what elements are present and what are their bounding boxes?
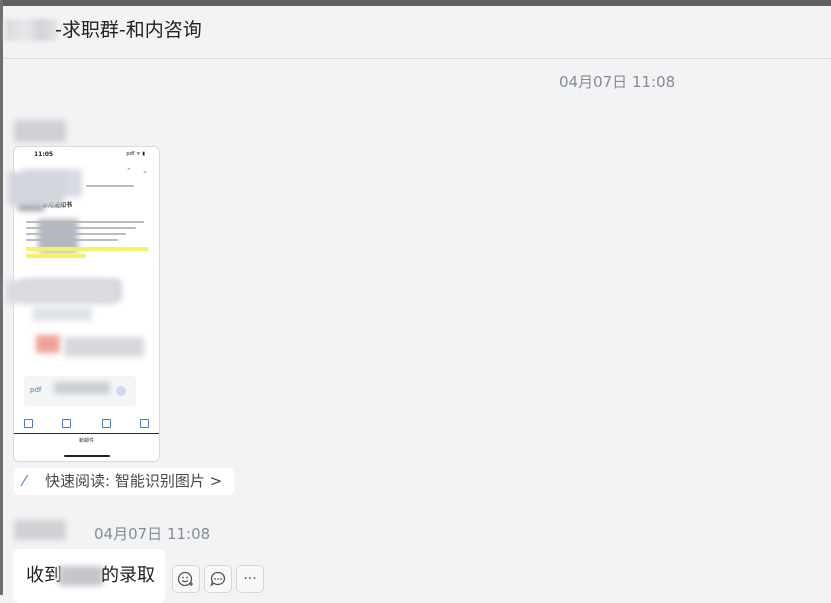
blurred-content	[64, 337, 144, 357]
add-reaction-icon	[177, 571, 193, 587]
download-icon	[116, 386, 126, 396]
chevron-down-icon: ⌄	[142, 167, 148, 175]
blurred-title-prefix	[5, 19, 57, 41]
add-reaction-button[interactable]	[172, 565, 200, 593]
sender-name-blurred	[14, 520, 66, 540]
chat-title: -求职群-和内咨询	[55, 19, 202, 41]
chevron-up-icon: ⌃	[126, 167, 132, 175]
blurred-company-name	[59, 566, 103, 586]
phone-divider	[14, 433, 159, 434]
quick-read-button[interactable]: ⁄ 快速阅读: 智能识别图片 >	[14, 468, 234, 495]
phone-status-bar: 11:05 pdf ᯤ ▮	[14, 151, 159, 163]
more-icon: ···	[243, 571, 257, 587]
highlighted-text-line	[26, 247, 148, 251]
message-timestamp: 04月07日 11:08	[559, 73, 676, 91]
more-options-button[interactable]: ···	[236, 565, 264, 593]
blurred-overlay	[6, 280, 116, 304]
magic-wand-icon: ⁄	[23, 472, 26, 490]
compose-icon	[140, 419, 149, 428]
chat-header: -求职群-和内咨询	[3, 6, 831, 59]
phone-time: 11:05	[34, 151, 54, 158]
home-indicator	[64, 455, 110, 457]
highlighted-text-line	[26, 254, 86, 258]
trash-icon	[24, 419, 33, 428]
phone-toolbar	[14, 417, 159, 431]
message-timestamp: 04月07日 11:08	[94, 525, 211, 543]
message-text-start: 收到	[26, 565, 62, 586]
folder-icon	[62, 419, 71, 428]
blurred-overlay	[8, 172, 64, 206]
reply-bubble-icon	[210, 571, 226, 587]
message-text-end: 的录取	[101, 565, 155, 586]
blurred-filename	[54, 382, 110, 394]
reply-button[interactable]	[204, 565, 232, 593]
sender-name-blurred	[14, 120, 66, 142]
blurred-content	[32, 307, 92, 321]
pdf-label: pdf	[30, 386, 42, 394]
reply-icon	[102, 419, 111, 428]
window-left-border	[0, 0, 3, 595]
phone-caption: 新邮件	[78, 438, 94, 444]
quick-read-label: 快速阅读: 智能识别图片 >	[45, 472, 223, 490]
blurred-red-element	[36, 335, 60, 353]
email-address-line	[86, 185, 134, 187]
phone-status-icons: pdf ᯤ ▮	[126, 151, 145, 157]
pdf-attachment: pdf	[24, 376, 136, 406]
